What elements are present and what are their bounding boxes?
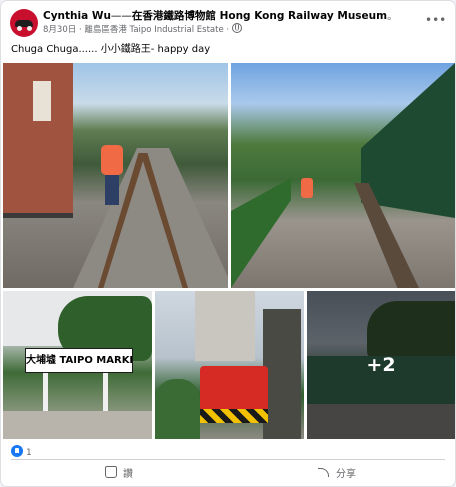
checkin-location[interactable]: 在香港鐵路博物館 Hong Kong Railway Museum bbox=[132, 10, 387, 22]
author-line: Cynthia Wu——在香港鐵路博物館 Hong Kong Railway M… bbox=[43, 9, 398, 23]
child-legs bbox=[105, 175, 119, 205]
title-dot: 。 bbox=[387, 10, 398, 22]
child-figure bbox=[301, 178, 313, 198]
meta-dot: · bbox=[78, 25, 82, 35]
action-divider bbox=[11, 459, 445, 460]
audience-dot: · bbox=[226, 25, 230, 35]
post-meta: 8月30日 · 離島區香港 Taipo Industrial Estate · bbox=[43, 23, 242, 36]
photo-2[interactable] bbox=[231, 63, 455, 288]
like-button[interactable]: 讚 bbox=[29, 461, 209, 483]
share-label: 分享 bbox=[336, 468, 356, 480]
photo-4[interactable] bbox=[155, 291, 304, 439]
like-label: 讚 bbox=[123, 468, 133, 480]
reaction-summary[interactable]: 1 bbox=[11, 445, 32, 459]
author-separator: —— bbox=[110, 10, 132, 22]
photo-3[interactable]: 大埔墟 TAIPO MARKET 大埔墟 bbox=[3, 291, 152, 439]
platform bbox=[3, 411, 152, 439]
hedge bbox=[231, 178, 291, 288]
post-date[interactable]: 8月30日 bbox=[43, 25, 76, 35]
action-bar: 讚 分享 bbox=[1, 461, 455, 485]
more-photos-overlay[interactable]: +2 bbox=[307, 291, 455, 439]
globe-icon[interactable] bbox=[231, 23, 242, 33]
child-figure bbox=[101, 145, 123, 175]
clock-tower bbox=[263, 309, 301, 439]
highrise-building bbox=[195, 291, 255, 361]
author-avatar[interactable] bbox=[10, 9, 38, 37]
thumbs-up-icon bbox=[105, 466, 117, 478]
author-name[interactable]: Cynthia Wu bbox=[43, 10, 111, 22]
more-options-button[interactable]: ••• bbox=[425, 13, 447, 27]
photo-1[interactable] bbox=[3, 63, 228, 288]
share-button[interactable]: 分享 bbox=[247, 461, 427, 483]
post-header: Cynthia Wu——在香港鐵路博物館 Hong Kong Railway M… bbox=[1, 1, 455, 41]
post-place[interactable]: 離島區香港 Taipo Industrial Estate bbox=[84, 25, 223, 35]
railing bbox=[3, 213, 73, 218]
tree bbox=[155, 379, 200, 439]
more-icon: ••• bbox=[425, 13, 447, 27]
building-window bbox=[33, 81, 51, 121]
like-icon bbox=[11, 445, 23, 457]
wheel-icon bbox=[17, 26, 22, 31]
wheel-icon bbox=[27, 26, 32, 31]
reaction-count: 1 bbox=[26, 448, 32, 458]
share-icon bbox=[318, 466, 330, 478]
green-train bbox=[361, 63, 455, 218]
hazard-stripes bbox=[200, 409, 268, 423]
post-card: Cynthia Wu——在香港鐵路博物館 Hong Kong Railway M… bbox=[1, 1, 455, 486]
taipo-market-sign: 大埔墟 TAIPO MARKET 大埔墟 bbox=[25, 348, 133, 373]
post-caption: Chuga Chuga...... 小小鐵路王- happy day bbox=[11, 44, 211, 55]
